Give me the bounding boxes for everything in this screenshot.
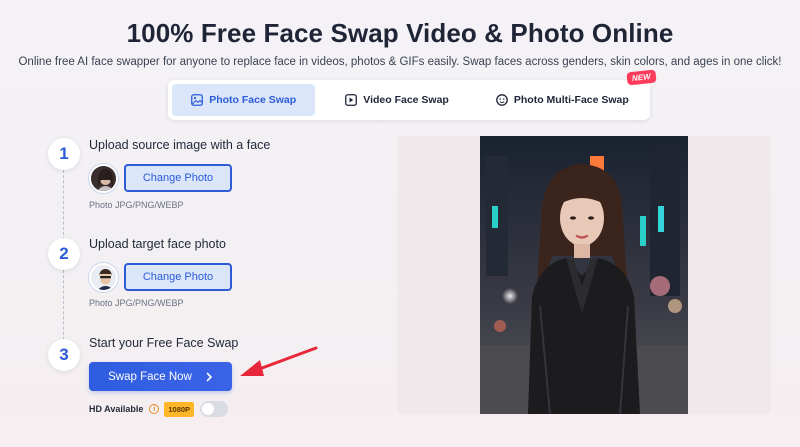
page-subtitle: Online free AI face swapper for anyone t… — [18, 56, 782, 68]
step-number-1: 1 — [48, 138, 80, 170]
step-connector — [63, 270, 64, 340]
pointer-arrow-icon — [240, 346, 318, 376]
video-icon — [345, 94, 358, 106]
info-icon[interactable]: i — [149, 404, 160, 414]
resolution-badge: 1080P — [164, 401, 195, 417]
hd-label: HD Available — [89, 404, 144, 414]
mode-tabs: Photo Face Swap Video Face Swap Photo Mu… — [168, 69, 657, 120]
step-2-format-hint: Photo JPG/PNG/WEBP — [89, 298, 184, 308]
tab-photo-face-swap[interactable]: Photo Face Swap — [172, 84, 316, 116]
step-3-label: Start your Free Face Swap — [89, 336, 239, 350]
tab-video-face-swap[interactable]: Video Face Swap — [319, 84, 474, 116]
hd-option: HD Available i 1080P — [89, 401, 229, 417]
chevron-right-icon — [206, 372, 212, 381]
change-target-photo-button[interactable]: Change Photo — [124, 263, 232, 291]
step-number-3: 3 — [48, 339, 80, 371]
step-number-2: 2 — [48, 238, 80, 270]
page-title: 100% Free Face Swap Video & Photo Online — [126, 18, 674, 48]
tab-label: Photo Multi-Face Swap — [513, 94, 629, 106]
step-1-format-hint: Photo JPG/PNG/WEBP — [89, 200, 184, 210]
hd-toggle[interactable] — [200, 401, 229, 417]
step-connector — [63, 170, 64, 240]
swap-button-label: Swap Face Now — [108, 370, 192, 383]
tab-label: Video Face Swap — [363, 94, 449, 106]
tab-photo-multi-face-swap[interactable]: Photo Multi-Face Swap NEW — [479, 69, 657, 116]
change-source-photo-button[interactable]: Change Photo — [124, 164, 232, 192]
tab-label: Photo Face Swap — [209, 94, 297, 106]
target-face-avatar[interactable] — [89, 263, 118, 292]
image-icon — [191, 94, 204, 106]
preview-image — [480, 136, 688, 414]
new-badge: NEW — [626, 69, 657, 86]
step-2-label: Upload target face photo — [89, 237, 226, 251]
source-face-avatar[interactable] — [89, 164, 118, 193]
multi-face-icon — [496, 94, 508, 106]
toggle-knob — [202, 403, 215, 415]
swap-face-now-button[interactable]: Swap Face Now — [89, 362, 232, 391]
step-1-label: Upload source image with a face — [89, 138, 271, 152]
